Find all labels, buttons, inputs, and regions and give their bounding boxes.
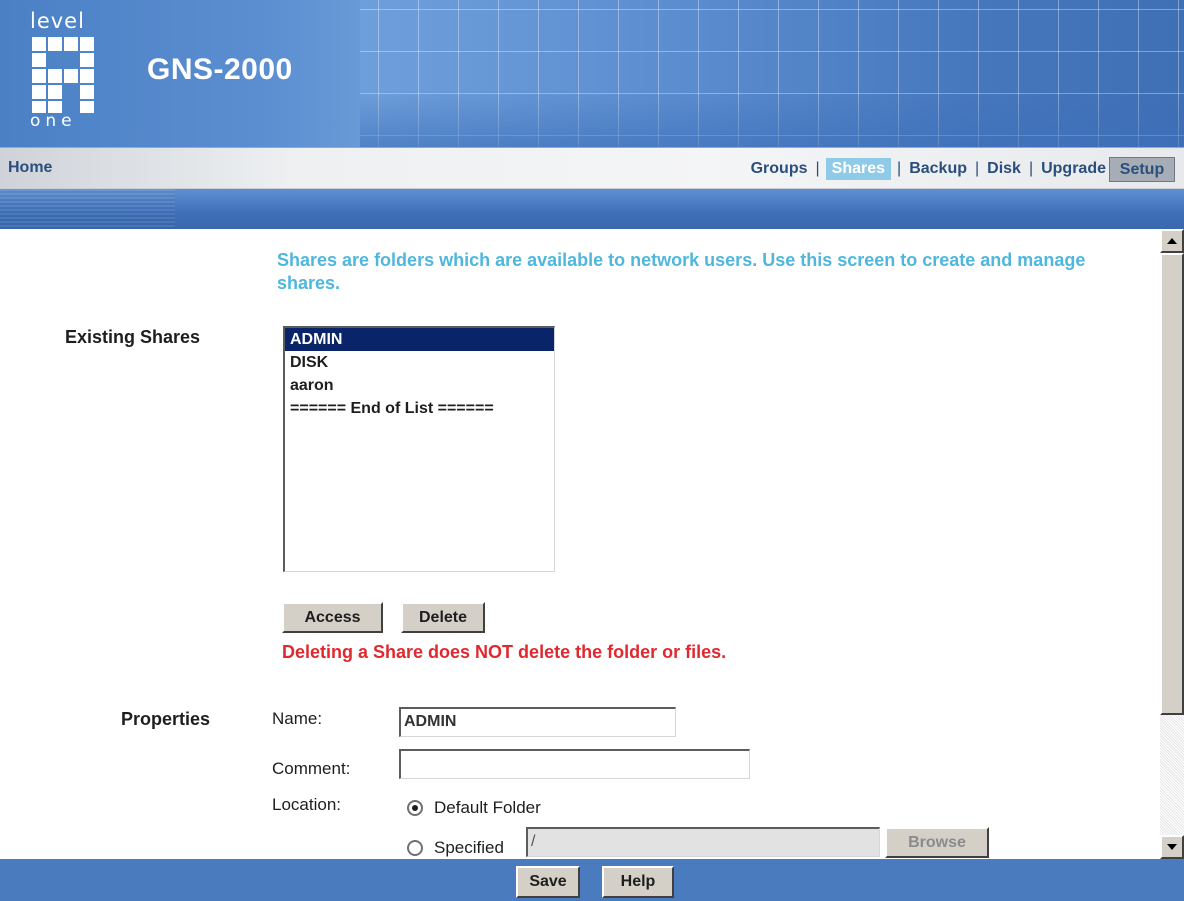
nav-link-upgrade[interactable]: Upgrade	[1039, 160, 1108, 178]
help-button[interactable]: Help	[602, 866, 674, 898]
main-content: Shares are folders which are available t…	[0, 229, 1160, 859]
delete-warning: Deleting a Share does NOT delete the fol…	[282, 642, 727, 662]
triangle-down-icon	[1167, 844, 1177, 850]
specified-label: Specified	[434, 838, 504, 857]
delete-button[interactable]: Delete	[401, 602, 485, 633]
nav-separator: |	[815, 160, 820, 177]
list-item[interactable]: ADMIN	[285, 328, 554, 351]
nav-link-disk[interactable]: Disk	[985, 160, 1023, 178]
save-button[interactable]: Save	[516, 866, 580, 898]
header-stripe-texture	[0, 189, 175, 229]
logo-text-top: level	[30, 9, 85, 33]
properties-label: Properties	[121, 709, 211, 729]
comment-label: Comment:	[272, 759, 351, 778]
logo-mark-icon	[32, 37, 94, 113]
product-title: GNS-2000	[147, 53, 293, 86]
nav-bar: Home Groups | Shares | Backup | Disk | U…	[0, 147, 1184, 189]
intro-text: Shares are folders which are available t…	[277, 250, 1086, 293]
scroll-thumb[interactable]	[1160, 253, 1184, 715]
levelone-logo: level one	[30, 10, 110, 135]
name-input[interactable]: ADMIN	[399, 707, 676, 737]
logo-text-bottom: one	[30, 111, 77, 131]
vertical-scrollbar[interactable]	[1160, 229, 1184, 859]
nav-home-link[interactable]: Home	[8, 159, 52, 177]
default-folder-option[interactable]: Default Folder	[407, 798, 541, 818]
footer-bar: Save Help	[0, 859, 1184, 901]
scroll-up-button[interactable]	[1160, 229, 1184, 253]
existing-shares-label: Existing Shares	[65, 327, 201, 347]
banner-grid-fade	[360, 90, 1184, 147]
shares-listbox[interactable]: ADMIN DISK aaron ====== End of List ====…	[283, 326, 555, 572]
nav-separator: |	[1028, 160, 1034, 177]
access-button[interactable]: Access	[282, 602, 383, 633]
scroll-down-button[interactable]	[1160, 835, 1184, 859]
browse-button[interactable]: Browse	[885, 827, 989, 858]
nav-separator: |	[897, 160, 902, 177]
list-item[interactable]: DISK	[285, 351, 554, 374]
list-item[interactable]: aaron	[285, 374, 554, 397]
nav-separator: |	[974, 160, 980, 177]
triangle-up-icon	[1167, 238, 1177, 244]
nav-link-backup[interactable]: Backup	[907, 160, 969, 178]
specified-option[interactable]: Specified	[407, 838, 504, 858]
location-label: Location:	[272, 795, 341, 814]
comment-input[interactable]	[399, 749, 750, 779]
setup-button[interactable]: Setup	[1109, 157, 1175, 182]
name-label: Name:	[272, 709, 323, 728]
default-folder-label: Default Folder	[434, 798, 541, 817]
header-stripe	[0, 189, 1184, 229]
default-folder-radio[interactable]	[407, 800, 423, 816]
nav-link-groups[interactable]: Groups	[749, 160, 810, 178]
specified-radio[interactable]	[407, 840, 423, 856]
specified-path-input[interactable]: /	[526, 827, 880, 857]
header-banner: level one GNS-2000	[0, 0, 1184, 147]
nav-link-shares[interactable]: Shares	[825, 158, 892, 180]
nav-links: Groups | Shares | Backup | Disk | Upgrad…	[749, 156, 1108, 182]
list-item[interactable]: ====== End of List ======	[285, 397, 554, 420]
